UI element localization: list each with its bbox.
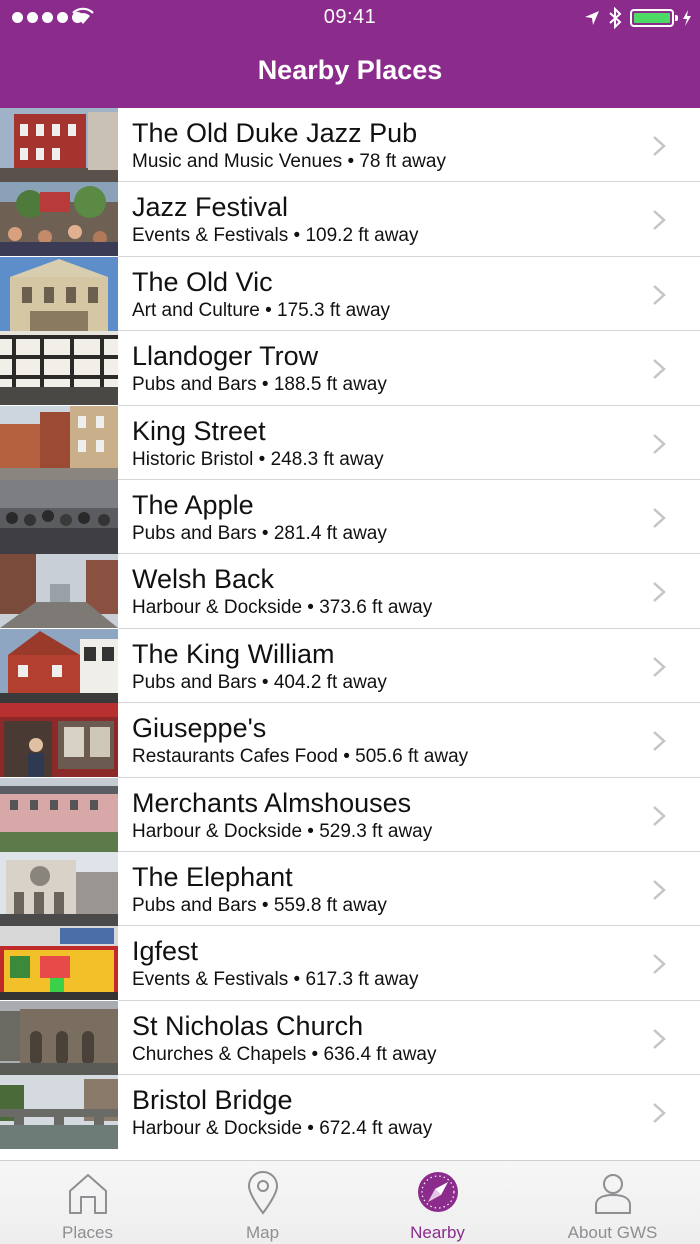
charging-bolt-icon <box>683 10 691 26</box>
place-name: The King William <box>132 638 335 669</box>
list-item[interactable]: Igfest Events & Festivals • 617.3 ft awa… <box>0 926 700 1001</box>
place-thumbnail <box>0 1000 118 1075</box>
place-category-distance: Art and Culture • 175.3 ft away <box>132 299 391 321</box>
page-title: Nearby Places <box>257 55 443 85</box>
list-item[interactable]: King Street Historic Bristol • 248.3 ft … <box>0 405 700 480</box>
chevron-right-icon <box>653 136 666 156</box>
place-name: The Old Vic <box>132 266 273 297</box>
place-category-distance: Pubs and Bars • 559.8 ft away <box>132 894 387 916</box>
place-name: Llandoger Trow <box>132 341 319 372</box>
place-thumbnail <box>0 1075 118 1150</box>
chevron-right-icon <box>653 582 666 603</box>
tab-label: Nearby <box>410 1223 465 1242</box>
tab-label: Map <box>245 1223 280 1242</box>
list-item[interactable]: St Nicholas Church Churches & Chapels • … <box>0 1000 700 1076</box>
place-name: The Elephant <box>132 861 293 892</box>
map-pin-icon <box>247 1171 278 1215</box>
place-category-distance: Harbour & Dockside • 672.4 ft away <box>132 1118 433 1140</box>
chevron-right-icon <box>653 656 666 677</box>
house-icon <box>68 1174 107 1214</box>
place-name: Jazz Festival <box>132 192 289 223</box>
place-thumbnail <box>0 108 118 182</box>
place-category-distance: Pubs and Bars • 188.5 ft away <box>132 374 387 396</box>
list-item[interactable]: The Elephant Pubs and Bars • 559.8 ft aw… <box>0 851 700 927</box>
place-name: The Apple <box>132 489 254 520</box>
list-item[interactable]: Bristol Bridge Harbour & Dockside • 672.… <box>0 1075 700 1150</box>
chevron-right-icon <box>653 508 666 528</box>
chevron-right-icon <box>653 433 666 454</box>
bluetooth-icon <box>609 7 622 29</box>
status-bar: 09:41 <box>0 0 700 36</box>
place-thumbnail <box>0 479 118 554</box>
tab-nearby[interactable]: Nearby <box>350 1161 525 1244</box>
place-category-distance: Pubs and Bars • 281.4 ft away <box>132 522 387 544</box>
list-item[interactable]: Llandoger Trow Pubs and Bars • 188.5 ft … <box>0 331 700 406</box>
place-category-distance: Harbour & Dockside • 373.6 ft away <box>132 597 433 619</box>
place-thumbnail <box>0 182 118 257</box>
chevron-right-icon <box>653 731 666 752</box>
place-thumbnail <box>0 331 118 406</box>
place-category-distance: Churches & Chapels • 636.4 ft away <box>132 1043 437 1065</box>
compass-icon <box>417 1172 458 1212</box>
place-category-distance: Music and Music Venues • 78 ft away <box>132 151 446 172</box>
chevron-right-icon <box>653 1028 666 1049</box>
place-thumbnail <box>0 926 118 1001</box>
chevron-right-icon <box>653 210 666 231</box>
place-name: Bristol Bridge <box>132 1085 293 1116</box>
chevron-right-icon <box>653 359 666 380</box>
place-thumbnail <box>0 405 118 480</box>
place-name: Igfest <box>132 936 199 967</box>
place-category-distance: Harbour & Dockside • 529.3 ft away <box>132 820 433 842</box>
tab-bar: Places Map Nearby About GWS <box>0 1160 700 1244</box>
place-category-distance: Events & Festivals • 617.3 ft away <box>132 969 419 991</box>
list-item[interactable]: Welsh Back Harbour & Dockside • 373.6 ft… <box>0 554 700 629</box>
place-thumbnail <box>0 628 118 703</box>
chevron-right-icon <box>653 284 666 305</box>
list-item[interactable]: The Old Vic Art and Culture • 175.3 ft a… <box>0 256 700 332</box>
place-thumbnail <box>0 777 118 852</box>
place-thumbnail <box>0 703 118 778</box>
list-item[interactable]: The Old Duke Jazz Pub Music and Music Ve… <box>0 108 700 183</box>
list-item[interactable]: Jazz Festival Events & Festivals • 109.2… <box>0 182 700 257</box>
battery-icon <box>630 9 678 27</box>
nearby-places-list[interactable]: The Old Duke Jazz Pub Music and Music Ve… <box>0 108 700 1160</box>
place-category-distance: Pubs and Bars • 404.2 ft away <box>132 671 387 693</box>
place-name: St Nicholas Church <box>132 1010 364 1041</box>
place-name: The Old Duke Jazz Pub <box>132 118 418 148</box>
tab-map[interactable]: Map <box>175 1161 350 1244</box>
person-icon <box>594 1174 631 1214</box>
list-item[interactable]: The King William Pubs and Bars • 404.2 f… <box>0 628 700 704</box>
place-category-distance: Restaurants Cafes Food • 505.6 ft away <box>132 746 469 768</box>
location-arrow-icon <box>585 11 599 25</box>
list-item[interactable]: Giuseppe's Restaurants Cafes Food • 505.… <box>0 703 700 778</box>
list-item[interactable]: The Apple Pubs and Bars • 281.4 ft away <box>0 479 700 555</box>
tab-label: Places <box>61 1223 114 1242</box>
place-name: Welsh Back <box>132 564 275 595</box>
place-thumbnail <box>0 256 118 331</box>
place-thumbnail <box>0 851 118 926</box>
tab-label: About GWS <box>567 1223 658 1242</box>
chevron-right-icon <box>653 954 666 975</box>
chevron-right-icon <box>653 1103 666 1124</box>
chevron-right-icon <box>653 805 666 826</box>
place-name: Merchants Almshouses <box>132 787 412 818</box>
place-category-distance: Events & Festivals • 109.2 ft away <box>132 225 419 247</box>
chevron-right-icon <box>653 879 666 900</box>
navigation-header: 09:41 Nearby Places <box>0 0 700 108</box>
tab-about-gws[interactable]: About GWS <box>525 1161 700 1244</box>
place-category-distance: Historic Bristol • 248.3 ft away <box>132 448 384 470</box>
tab-places[interactable]: Places <box>0 1161 175 1244</box>
place-name: King Street <box>132 415 266 446</box>
place-name: Giuseppe's <box>132 713 267 744</box>
place-thumbnail <box>0 554 118 629</box>
list-item[interactable]: Merchants Almshouses Harbour & Dockside … <box>0 777 700 852</box>
